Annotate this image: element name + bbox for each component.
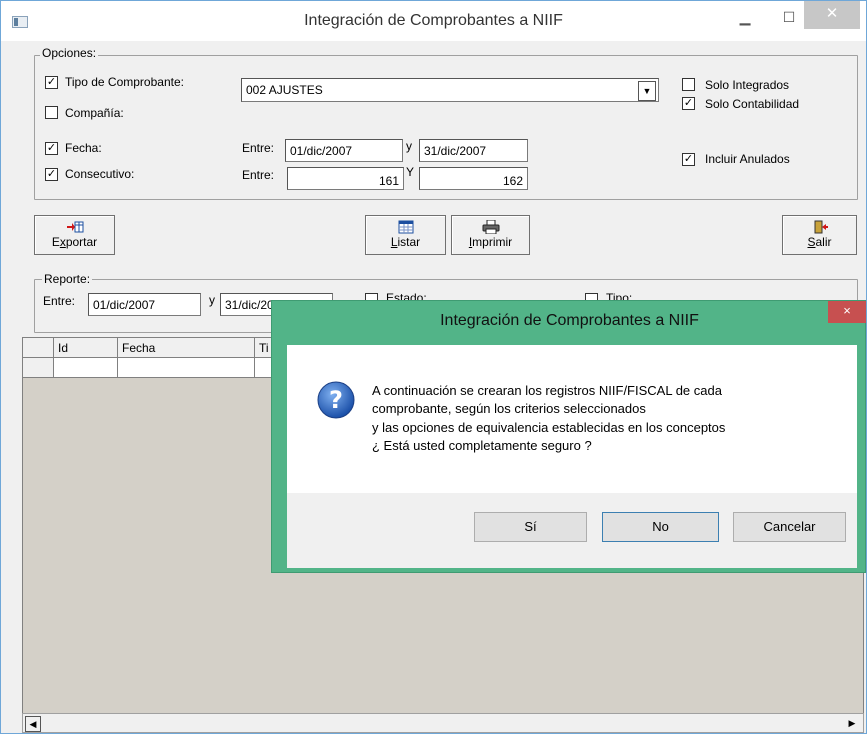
consecutivo-y-label: Y: [406, 165, 415, 179]
salir-button[interactable]: Salir: [782, 215, 857, 255]
consecutivo-label: Consecutivo:: [65, 167, 135, 181]
grid-header-fecha[interactable]: Fecha: [118, 338, 255, 358]
export-icon: [66, 221, 83, 233]
scroll-right-icon[interactable]: ▶: [845, 716, 859, 730]
reporte-y-label: y: [209, 293, 215, 307]
svg-text:?: ?: [329, 386, 343, 414]
solo-contabilidad-label: Solo Contabilidad: [705, 97, 800, 111]
consecutivo-to-field[interactable]: 162: [419, 167, 528, 190]
dialog-message-line: ¿ Está usted completamente seguro ?: [372, 438, 592, 453]
dialog-message-line: y las opciones de equivalencia estableci…: [372, 420, 726, 435]
cancel-button[interactable]: Cancelar: [733, 512, 846, 542]
exit-door-icon: [814, 220, 828, 234]
dialog-close-button[interactable]: ×: [828, 301, 866, 323]
solo-integrados-checkbox[interactable]: [682, 78, 695, 91]
grid-corner: [23, 338, 54, 358]
solo-integrados-label: Solo Integrados: [705, 78, 790, 92]
exportar-button[interactable]: Exportar: [34, 215, 115, 255]
consecutivo-entre-label: Entre:: [242, 168, 275, 182]
fecha-from-field[interactable]: 01/dic/2007: [285, 139, 403, 162]
imprimir-button[interactable]: Imprimir: [451, 215, 530, 255]
calendar-icon: [398, 220, 413, 234]
grid-cell[interactable]: [118, 358, 255, 378]
tipo-comprobante-value: 002 AJUSTES: [246, 83, 323, 97]
fecha-label: Fecha:: [65, 141, 102, 155]
printer-icon: [482, 220, 499, 234]
solo-contabilidad-checkbox[interactable]: ✓: [682, 97, 695, 110]
grid-row-indicator[interactable]: [23, 358, 54, 378]
horizontal-scrollbar[interactable]: ◀ ▶: [22, 713, 864, 733]
scroll-left-icon[interactable]: ◀: [25, 716, 41, 732]
reporte-from-field[interactable]: 01/dic/2007: [88, 293, 201, 316]
reporte-entre-label: Entre:: [43, 294, 76, 308]
tipo-comprobante-select[interactable]: 002 AJUSTES ▼: [241, 78, 659, 102]
incluir-anulados-label: Incluir Anulados: [705, 152, 790, 166]
tipo-comprobante-label: Tipo de Comprobante:: [65, 75, 184, 89]
chevron-down-icon[interactable]: ▼: [638, 81, 656, 101]
yes-button[interactable]: Sí: [474, 512, 587, 542]
listar-button[interactable]: Listar: [365, 215, 446, 255]
dialog-body: ? A continuación se crearan los registro…: [287, 345, 857, 568]
title-bar: Integración de Comprobantes a NIIF ▁ ☐ ✕: [1, 1, 866, 41]
dialog-message-area: ? A continuación se crearan los registro…: [287, 345, 857, 493]
incluir-anulados-checkbox[interactable]: ✓: [682, 153, 695, 166]
grid-cell[interactable]: [54, 358, 118, 378]
reporte-label: Reporte:: [42, 272, 93, 286]
tipo-comprobante-checkbox[interactable]: ✓: [45, 76, 58, 89]
fecha-to-field[interactable]: 31/dic/2007: [419, 139, 528, 162]
minimize-button[interactable]: ▁: [731, 2, 759, 32]
maximize-button[interactable]: ☐: [775, 2, 803, 32]
dialog-message-line: comprobante, según los criterios selecci…: [372, 401, 646, 416]
compania-checkbox[interactable]: [45, 106, 58, 119]
grid-header-id[interactable]: Id: [54, 338, 118, 358]
fecha-y-label: y: [406, 139, 412, 153]
dialog-title: Integración de Comprobantes a NIIF: [440, 312, 699, 329]
fecha-entre-label: Entre:: [242, 141, 275, 155]
close-button[interactable]: ✕: [804, 1, 860, 29]
no-button[interactable]: No: [602, 512, 719, 542]
fecha-checkbox[interactable]: ✓: [45, 142, 58, 155]
opciones-label: Opciones:: [40, 46, 99, 60]
dialog-message-line: A continuación se crearan los registros …: [372, 383, 722, 398]
consecutivo-checkbox[interactable]: ✓: [45, 168, 58, 181]
question-icon: ?: [317, 381, 355, 419]
compania-label: Compañía:: [65, 106, 124, 120]
consecutivo-from-field[interactable]: 161: [287, 167, 404, 190]
confirm-dialog: Integración de Comprobantes a NIIF × ? A…: [271, 300, 866, 573]
